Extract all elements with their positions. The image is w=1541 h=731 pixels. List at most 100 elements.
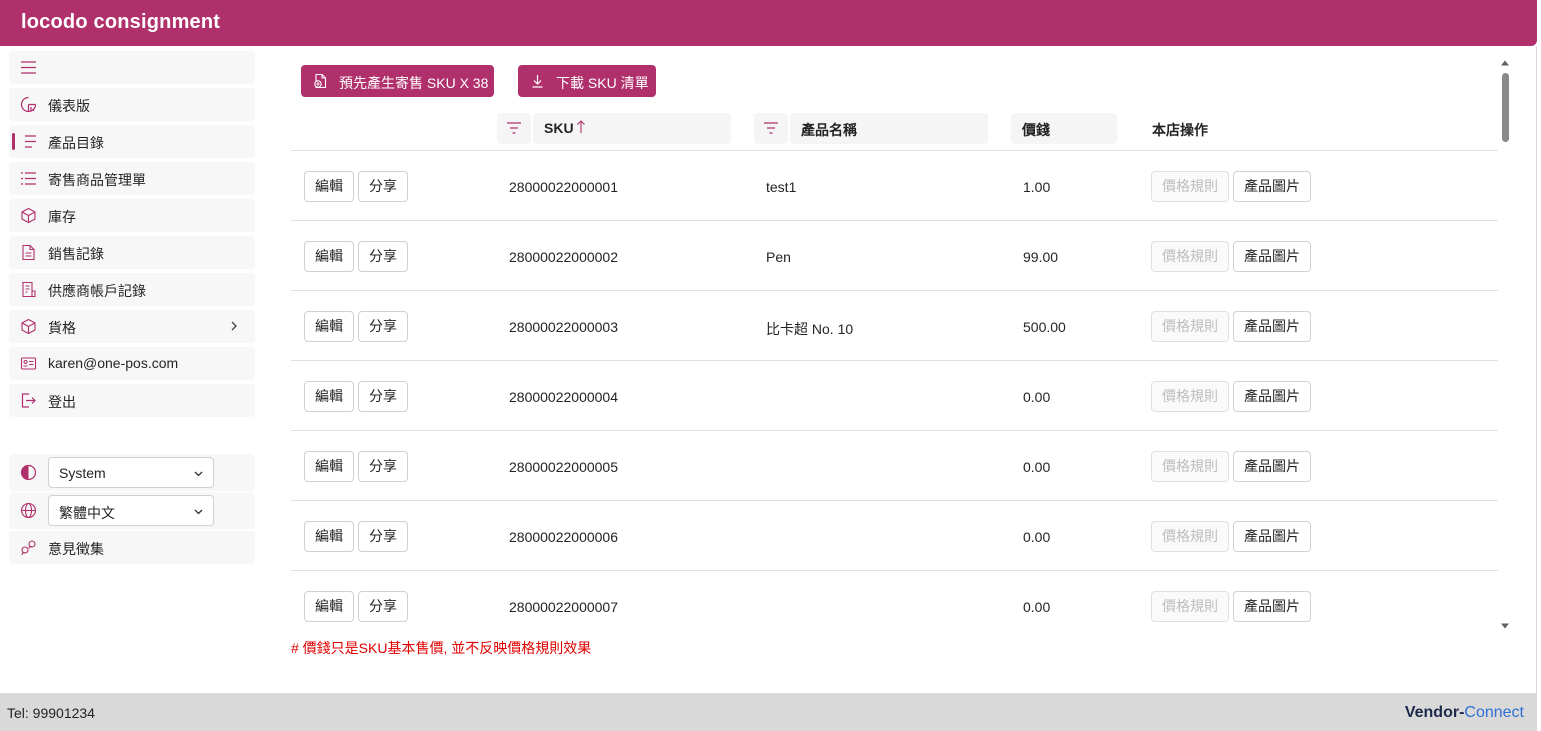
- share-button[interactable]: 分享: [358, 241, 408, 272]
- price-cell: 1.00: [1023, 179, 1051, 195]
- product-images-button[interactable]: 產品圖片: [1233, 311, 1311, 342]
- download-sku-button[interactable]: 下載 SKU 清單: [518, 65, 656, 97]
- price-cell: 0.00: [1023, 389, 1051, 405]
- brand-part-2: Connect: [1464, 704, 1524, 721]
- sidebar-item-vendor-account[interactable]: 供應商帳戶記錄: [9, 273, 255, 306]
- price-rule-button[interactable]: 價格規則: [1151, 521, 1229, 552]
- language-select[interactable]: 繁體中文: [48, 495, 214, 526]
- sidebar-item-label: 寄售商品管理單: [48, 172, 146, 188]
- edit-button[interactable]: 編輯: [304, 311, 354, 342]
- edit-button[interactable]: 編輯: [304, 591, 354, 622]
- filter-icon: [764, 122, 778, 134]
- share-button[interactable]: 分享: [358, 591, 408, 622]
- price-column-header[interactable]: 價錢: [1011, 113, 1117, 144]
- price-rule-button[interactable]: 價格規則: [1151, 451, 1229, 482]
- edit-button[interactable]: 編輯: [304, 521, 354, 552]
- vendor-connect-logo: Vendor-Connect: [1405, 704, 1524, 722]
- ops-column-label: 本店操作: [1152, 122, 1208, 138]
- price-cell: 0.00: [1023, 459, 1051, 475]
- product-images-button[interactable]: 產品圖片: [1233, 451, 1311, 482]
- brand-part-1: Vendor-: [1404, 704, 1465, 721]
- sidebar-item-feedback[interactable]: 意見徵集: [9, 531, 255, 564]
- receipt-icon: [22, 281, 36, 298]
- sidebar-item-inventory[interactable]: 庫存: [9, 199, 255, 232]
- product-images-button[interactable]: 產品圖片: [1233, 521, 1311, 552]
- box-icon: [21, 207, 36, 224]
- theme-setting: System: [9, 454, 255, 491]
- name-column-header[interactable]: 產品名稱: [790, 113, 988, 144]
- product-images-button[interactable]: 產品圖片: [1233, 591, 1311, 622]
- price-rule-button[interactable]: 價格規則: [1151, 381, 1229, 412]
- price-cell: 99.00: [1023, 249, 1059, 265]
- chevron-down-icon: [194, 509, 203, 515]
- filter-icon: [507, 122, 521, 134]
- edit-button[interactable]: 編輯: [304, 171, 354, 202]
- table-row: 編輯 分享 28000022000006 0.00 價格規則 產品圖片: [291, 501, 1498, 571]
- name-filter-button[interactable]: [754, 113, 788, 144]
- name-cell: 比卡超 No. 10: [766, 321, 854, 337]
- edit-button[interactable]: 編輯: [304, 381, 354, 412]
- sidebar-item-logout[interactable]: 登出: [9, 384, 255, 417]
- edit-button[interactable]: 編輯: [304, 241, 354, 272]
- chevron-right-icon: [231, 321, 237, 331]
- price-rule-button[interactable]: 價格規則: [1151, 591, 1229, 622]
- sku-cell: 28000022000005: [509, 459, 619, 475]
- sidebar-item-label: 供應商帳戶記錄: [48, 283, 146, 299]
- globe-icon: [20, 502, 37, 519]
- share-button[interactable]: 分享: [358, 171, 408, 202]
- sidebar-item-account[interactable]: karen@one-pos.com: [9, 347, 255, 380]
- sidebar-item-catalog[interactable]: 產品目錄: [9, 125, 255, 158]
- gauge-icon: [20, 96, 37, 113]
- share-button[interactable]: 分享: [358, 311, 408, 342]
- sidebar-item-label: 庫存: [48, 209, 76, 225]
- share-button[interactable]: 分享: [358, 451, 408, 482]
- product-images-button[interactable]: 產品圖片: [1233, 241, 1311, 272]
- download-sku-label: 下載 SKU 清單: [556, 75, 649, 91]
- theme-select[interactable]: System: [48, 457, 214, 488]
- table-row: 編輯 分享 28000022000005 0.00 價格規則 產品圖片: [291, 431, 1498, 501]
- sku-cell: 28000022000002: [509, 249, 619, 265]
- table-row: 編輯 分享 28000022000003 比卡超 No. 10 500.00 價…: [291, 291, 1498, 361]
- sidebar-item-pricing[interactable]: 貨格: [9, 310, 255, 343]
- sku-cell: 28000022000007: [509, 599, 619, 615]
- feedback-icon: [21, 540, 36, 556]
- sidebar-item-label: karen@one-pos.com: [48, 355, 179, 371]
- name-cell: test1: [766, 179, 797, 195]
- product-images-button[interactable]: 產品圖片: [1233, 381, 1311, 412]
- sign-out-icon: [21, 393, 36, 408]
- edit-button[interactable]: 編輯: [304, 451, 354, 482]
- price-rule-button[interactable]: 價格規則: [1151, 241, 1229, 272]
- product-images-button[interactable]: 產品圖片: [1233, 171, 1311, 202]
- id-card-icon: [20, 357, 37, 370]
- table-row: 編輯 分享 28000022000007 0.00 價格規則 產品圖片: [291, 571, 1498, 631]
- name-cell: Pen: [766, 249, 791, 265]
- price-rule-button[interactable]: 價格規則: [1151, 311, 1229, 342]
- scrollbar-thumb[interactable]: [1502, 73, 1509, 142]
- scroll-up-arrow[interactable]: [1500, 58, 1510, 68]
- app-header: locodo consignment: [0, 0, 1537, 46]
- pregenerate-sku-button[interactable]: 預先產生寄售 SKU X 38: [301, 65, 494, 97]
- active-indicator: [12, 133, 15, 150]
- task-list-icon: [21, 172, 36, 185]
- share-button[interactable]: 分享: [358, 521, 408, 552]
- document-add-icon: [314, 73, 327, 89]
- footer: Tel: 99901234 Vendor-Connect: [0, 693, 1537, 731]
- price-rule-button[interactable]: 價格規則: [1151, 171, 1229, 202]
- sku-cell: 28000022000004: [509, 389, 619, 405]
- sidebar-item-sales[interactable]: 銷售記錄: [9, 236, 255, 269]
- chevron-down-icon: [194, 471, 203, 477]
- contrast-icon: [20, 464, 37, 481]
- sku-filter-button[interactable]: [497, 113, 531, 144]
- price-note: # 價錢只是SKU基本售價, 並不反映價格規則效果: [291, 640, 592, 656]
- language-select-value: 繁體中文: [59, 505, 115, 521]
- scroll-down-arrow[interactable]: [1500, 621, 1510, 631]
- sku-column-header[interactable]: SKU: [533, 113, 731, 144]
- price-cell: 0.00: [1023, 529, 1051, 545]
- name-column-label: 產品名稱: [801, 122, 857, 138]
- sidebar-item-consignment[interactable]: 寄售商品管理單: [9, 162, 255, 195]
- sidebar-menu-toggle[interactable]: [9, 51, 255, 84]
- theme-select-value: System: [59, 465, 106, 481]
- share-button[interactable]: 分享: [358, 381, 408, 412]
- sidebar-item-dashboard[interactable]: 儀表版: [9, 88, 255, 121]
- sku-cell: 28000022000006: [509, 529, 619, 545]
